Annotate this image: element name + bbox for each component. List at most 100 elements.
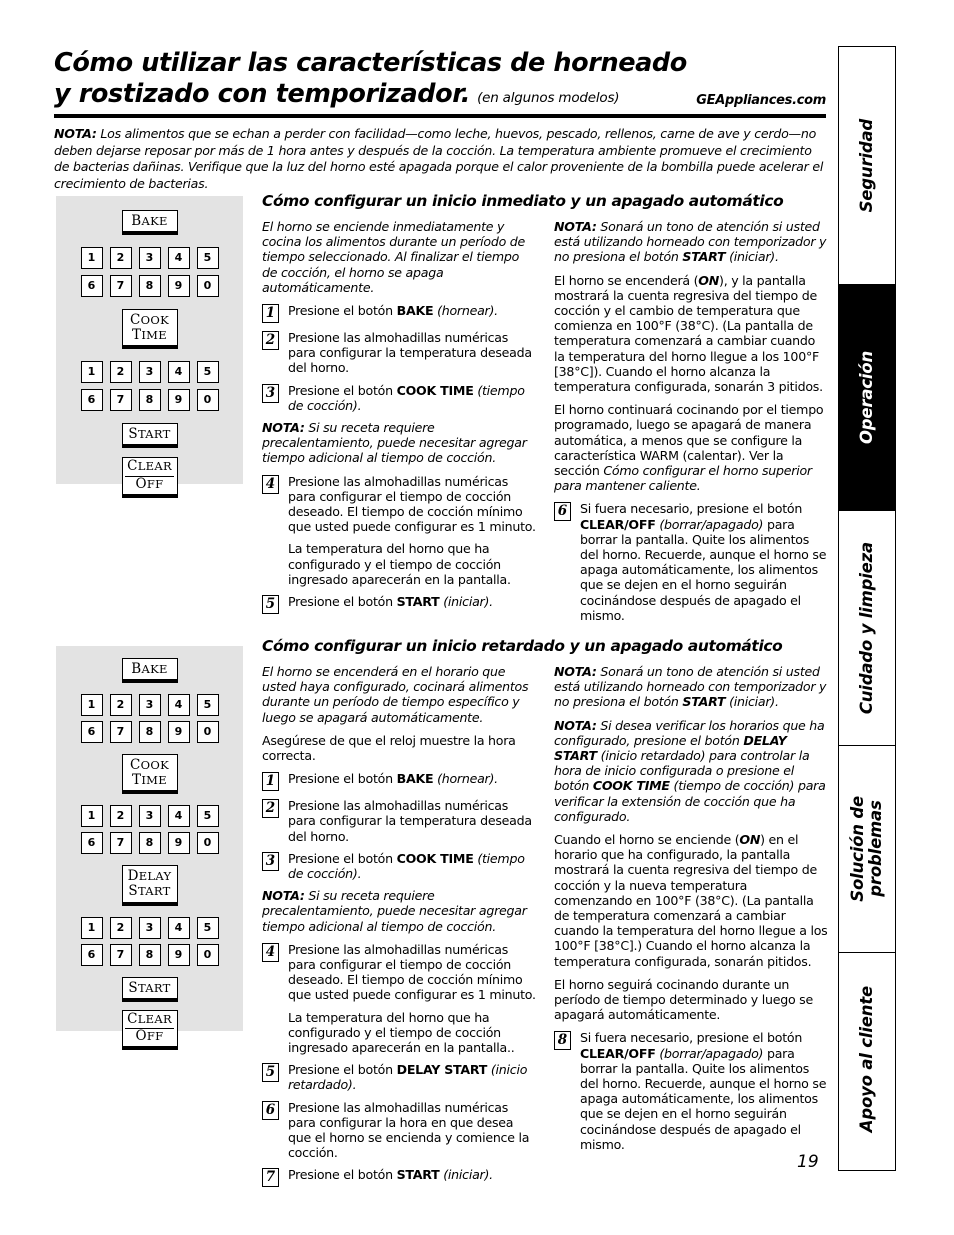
numkey[interactable]: 1	[80, 247, 103, 270]
numpad-row-bottom-1a: 6 7 8 9 0	[80, 275, 219, 298]
section2-left-column: El horno se encenderá en el horario que …	[262, 664, 536, 1194]
numkey[interactable]: 7	[109, 721, 132, 744]
numkey[interactable]: 9	[167, 275, 190, 298]
numkey[interactable]: 1	[80, 361, 103, 384]
numkey[interactable]: 6	[80, 389, 103, 412]
note-bold: START	[682, 249, 726, 265]
cook-time-button-2[interactable]: COOK TIME	[121, 754, 178, 795]
step8-bold: CLEAR/OFF	[580, 1045, 656, 1061]
numkey[interactable]: 4	[167, 247, 190, 270]
top-note-text: Los alimentos que se echan a perder con …	[54, 126, 824, 191]
numkey[interactable]: 9	[167, 389, 190, 412]
step6-ital: (borrar/apagado)	[655, 516, 764, 532]
p1-a: Cuando el horno se enciende (	[554, 832, 740, 848]
numkey[interactable]: 0	[196, 943, 219, 966]
step-text: Si fuera necesario, presione el botón CL…	[580, 501, 828, 623]
tab-operacion[interactable]: Operación	[839, 285, 895, 511]
numkey[interactable]: 7	[109, 275, 132, 298]
numkey[interactable]: 0	[196, 389, 219, 412]
numkey[interactable]: 0	[196, 275, 219, 298]
clear-off-button-2[interactable]: CLEAR OFF	[121, 1009, 178, 1050]
numkey[interactable]: 9	[167, 832, 190, 855]
numkey[interactable]: 8	[138, 832, 161, 855]
tab-apoyo-al-cliente[interactable]: Apoyo al cliente	[839, 953, 895, 1166]
step-item: 3 Presione el botón COOK TIME (tiempo de…	[262, 383, 536, 413]
numkey[interactable]: 1	[80, 916, 103, 939]
numkey[interactable]: 3	[138, 805, 161, 828]
numkey[interactable]: 6	[80, 721, 103, 744]
numkey[interactable]: 6	[80, 832, 103, 855]
note2-b2: COOK TIME	[592, 778, 670, 794]
step-text-bold: DELAY START	[396, 1062, 488, 1078]
step-item: 5 Presione el botón START (iniciar).	[262, 594, 536, 615]
header-divider	[54, 114, 826, 118]
numkey[interactable]: 5	[196, 361, 219, 384]
numkey[interactable]: 9	[167, 721, 190, 744]
numkey[interactable]: 2	[109, 361, 132, 384]
note-label: NOTA:	[554, 717, 597, 733]
section2-heading: Cómo configurar un inicio retardado y un…	[262, 637, 783, 655]
delay-start-button-2[interactable]: DELAY START	[121, 865, 178, 906]
section2-right-p2: El horno seguirá cocinando durante un pe…	[554, 976, 813, 1023]
numkey[interactable]: 4	[167, 361, 190, 384]
bake-button-1[interactable]: BBAKEAKE	[121, 210, 178, 236]
step-item: 5 Presione el botón DELAY START (inicio …	[262, 1062, 536, 1092]
keypad-panel-immediate: BBAKEAKE 1 2 3 4 5 6 7 8 9 0 COOK TIME 1…	[56, 196, 243, 498]
numkey[interactable]: 6	[80, 275, 103, 298]
numkey[interactable]: 3	[138, 247, 161, 270]
tab-seguridad[interactable]: Seguridad	[839, 47, 895, 285]
step-text-bold: BAKE	[396, 771, 434, 787]
section2-intro: El horno se encenderá en el horario que …	[262, 664, 529, 725]
note-label: NOTA:	[554, 664, 597, 679]
numkey[interactable]: 6	[80, 943, 103, 966]
clear-off-button-1[interactable]: CLEAR OFF	[121, 457, 178, 498]
page-subtitle: (en algunos modelos)	[477, 90, 620, 106]
numkey[interactable]: 4	[167, 805, 190, 828]
numkey[interactable]: 0	[196, 832, 219, 855]
numkey[interactable]: 4	[167, 694, 190, 717]
step-number: 7	[262, 1168, 279, 1188]
numkey[interactable]: 5	[196, 247, 219, 270]
cook-time-button-1[interactable]: COOK TIME	[121, 309, 178, 350]
bake-button-2[interactable]: BAKE	[121, 658, 178, 684]
numkey[interactable]: 2	[109, 694, 132, 717]
section1-note-preheat: NOTA: Si su receta requiere precalentami…	[262, 420, 536, 466]
numkey[interactable]: 5	[196, 805, 219, 828]
numkey[interactable]: 4	[167, 916, 190, 939]
numkey[interactable]: 7	[109, 389, 132, 412]
start-button-1[interactable]: START	[121, 423, 178, 449]
step-text: Presione las almohadillas numéricas para…	[288, 942, 536, 1055]
numkey[interactable]: 2	[109, 247, 132, 270]
page-title-line1: Cómo utilizar las características de hor…	[54, 48, 687, 78]
numpad-row-bottom-2a: 6 7 8 9 0	[80, 721, 219, 744]
step-number: 2	[262, 331, 279, 351]
numkey[interactable]: 8	[138, 721, 161, 744]
numkey[interactable]: 3	[138, 361, 161, 384]
numkey[interactable]: 0	[196, 721, 219, 744]
start-button-2[interactable]: START	[121, 976, 178, 1002]
note-bold: START	[682, 694, 726, 710]
note-post: (iniciar).	[725, 694, 779, 710]
numkey[interactable]: 1	[80, 805, 103, 828]
keypad-panel-delay: BAKE 1 2 3 4 5 6 7 8 9 0 COOK TIME 1 2 3…	[56, 646, 243, 1050]
numkey[interactable]: 5	[196, 916, 219, 939]
numpad-row-top-2c: 1 2 3 4 5	[80, 916, 219, 939]
numkey[interactable]: 3	[138, 916, 161, 939]
numkey[interactable]: 2	[109, 805, 132, 828]
numkey[interactable]: 5	[196, 694, 219, 717]
numkey[interactable]: 1	[80, 694, 103, 717]
numkey[interactable]: 3	[138, 694, 161, 717]
numkey[interactable]: 9	[167, 943, 190, 966]
tab-cuidado-y-limpieza[interactable]: Cuidado y limpieza	[839, 511, 895, 746]
numkey[interactable]: 7	[109, 943, 132, 966]
tab-label: Solución de problemas	[848, 796, 885, 902]
step-text-bold: COOK TIME	[396, 382, 474, 398]
tab-solucion-de-problemas[interactable]: Solución de problemas	[839, 746, 895, 953]
numkey[interactable]: 8	[138, 943, 161, 966]
step-text: Presione el botón COOK TIME (tiempo de c…	[288, 851, 536, 881]
step-item: 2 Presione las almohadillas numéricas pa…	[262, 330, 536, 376]
numkey[interactable]: 8	[138, 389, 161, 412]
numkey[interactable]: 7	[109, 832, 132, 855]
numkey[interactable]: 8	[138, 275, 161, 298]
numkey[interactable]: 2	[109, 916, 132, 939]
